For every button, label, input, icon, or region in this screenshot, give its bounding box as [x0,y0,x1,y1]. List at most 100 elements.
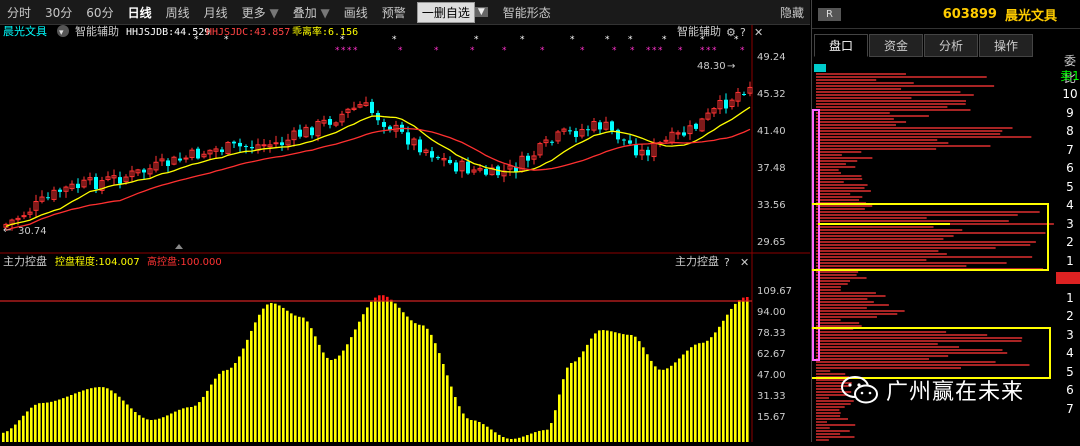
control-bar [466,418,469,442]
control-bar [646,354,649,442]
side-header: 委比 [1063,54,1076,85]
control-bar [630,335,633,442]
order-level-number: 4 [1066,346,1074,360]
self-select-button[interactable]: 一删自选 [416,1,475,23]
candle-body [550,141,554,143]
y-tick: 29.65 [757,237,786,248]
tab-monthly[interactable]: 月线 [197,4,235,21]
resize-handle-icon[interactable] [175,244,183,249]
magenta-star-mark: * [612,46,617,56]
order-level-number: 2 [1066,309,1074,323]
close-icon[interactable]: ✕ [740,256,749,269]
control-bar [306,321,309,442]
control-bar [166,415,169,442]
tab-minute[interactable]: 分时 [0,4,38,21]
smart-form-button[interactable]: 智能形态 [496,4,558,21]
hide-button[interactable]: 隐藏 [773,4,810,21]
control-bar [674,362,677,442]
magenta-star-mark: * [678,46,683,56]
control-bar [434,343,437,442]
control-bar [182,408,185,442]
control-bar [550,423,553,442]
help-icon[interactable]: ? [740,26,746,39]
control-bar [722,320,725,442]
tab-more[interactable]: 更多 ▼ [235,4,286,21]
candle-body [634,144,638,156]
control-bar [650,360,653,442]
candle-body [418,139,422,153]
tab-weekly[interactable]: 周线 [159,4,197,21]
control-bar [118,396,121,442]
candle-body [484,169,488,175]
candle-body [370,101,374,114]
control-bar [222,370,225,442]
control-bar [262,308,265,442]
overlay-menu[interactable]: 叠加 ▼ [286,4,337,21]
order-level-number: 6 [1066,161,1074,175]
chart-area: * * * * * * * * * * * * * * * * * * * * * * * * * * * * * * * * 晨光文具 ▾ … [0,24,810,442]
control-bar [278,305,281,442]
control-bar [14,424,17,442]
candle-body [663,139,669,142]
control-bar [442,363,445,442]
draw-line-button[interactable]: 画线 [337,4,375,21]
control-bar [378,301,381,442]
candle-body [382,122,386,127]
control-bar [702,342,705,442]
control-bar [54,400,57,442]
close-icon[interactable]: ✕ [754,26,763,39]
control-bar [718,326,721,442]
white-star-mark: * [605,35,610,45]
control-bar [302,317,305,442]
control-bar [430,334,433,442]
candle-body [310,127,314,136]
candle-body [273,142,279,145]
control-bar [526,435,529,442]
control-bar [310,328,313,442]
magenta-star-mark: * [580,46,585,56]
watermark-text: 广州赢在未来 [886,380,1025,405]
candle-body [220,149,224,153]
control-bar [326,357,329,442]
y-tick: 45.32 [757,89,786,100]
period-toolbar: 分时 30分 60分 日线 周线 月线 更多 ▼ 叠加 ▼ 画线 预警 一删自选… [0,0,810,25]
magenta-star-mark: * [540,46,545,56]
order-level-number [1059,272,1080,291]
white-star-mark: * [474,35,479,45]
tab-60min[interactable]: 60分 [79,4,120,21]
help-icon[interactable]: ? [724,256,730,269]
signal-stars: * * * * * * * * * * * ** * * * * * * * * * * * * * * * * * * * [194,35,745,56]
candle-body [46,197,50,199]
high-price-label: 48.30 [697,61,726,72]
watermark: 广州赢在未来 [840,374,1024,406]
gear-icon[interactable]: ⚙ [726,26,736,39]
candle-body [118,177,122,184]
control-bar [686,350,689,442]
candle-body [183,157,189,160]
chart-svg[interactable]: * * * * * * * * * * * ** * * * * * * * * * * * * * * * * * * * 晨光文具 ▾ … [0,24,810,442]
alert-button[interactable]: 预警 [375,4,413,21]
control-bar [658,369,661,442]
control-bar [578,357,581,442]
control-bar [70,395,73,442]
control-bar [214,378,217,442]
y-tick: 41.40 [757,126,786,137]
control-bar [470,420,473,442]
magenta-star-mark: * [335,46,340,56]
r-badge[interactable]: R [818,7,841,21]
control-bar [142,417,145,442]
order-level-number: 5 [1066,364,1074,379]
tab-daily[interactable]: 日线 [121,4,159,21]
self-select-dropdown[interactable]: ▼ [474,7,488,17]
arrow-left-icon: ← [3,225,11,236]
candle-body [430,151,434,158]
control-bar [102,387,105,442]
tab-30min[interactable]: 30分 [38,4,79,21]
stock-name-right: 晨光文具 [1004,8,1057,24]
candle-body [196,148,200,159]
control-bar [634,336,637,442]
control-bar [50,401,53,442]
candle-body [628,140,632,144]
control-bar-high [382,295,385,301]
candle-body [142,169,146,173]
